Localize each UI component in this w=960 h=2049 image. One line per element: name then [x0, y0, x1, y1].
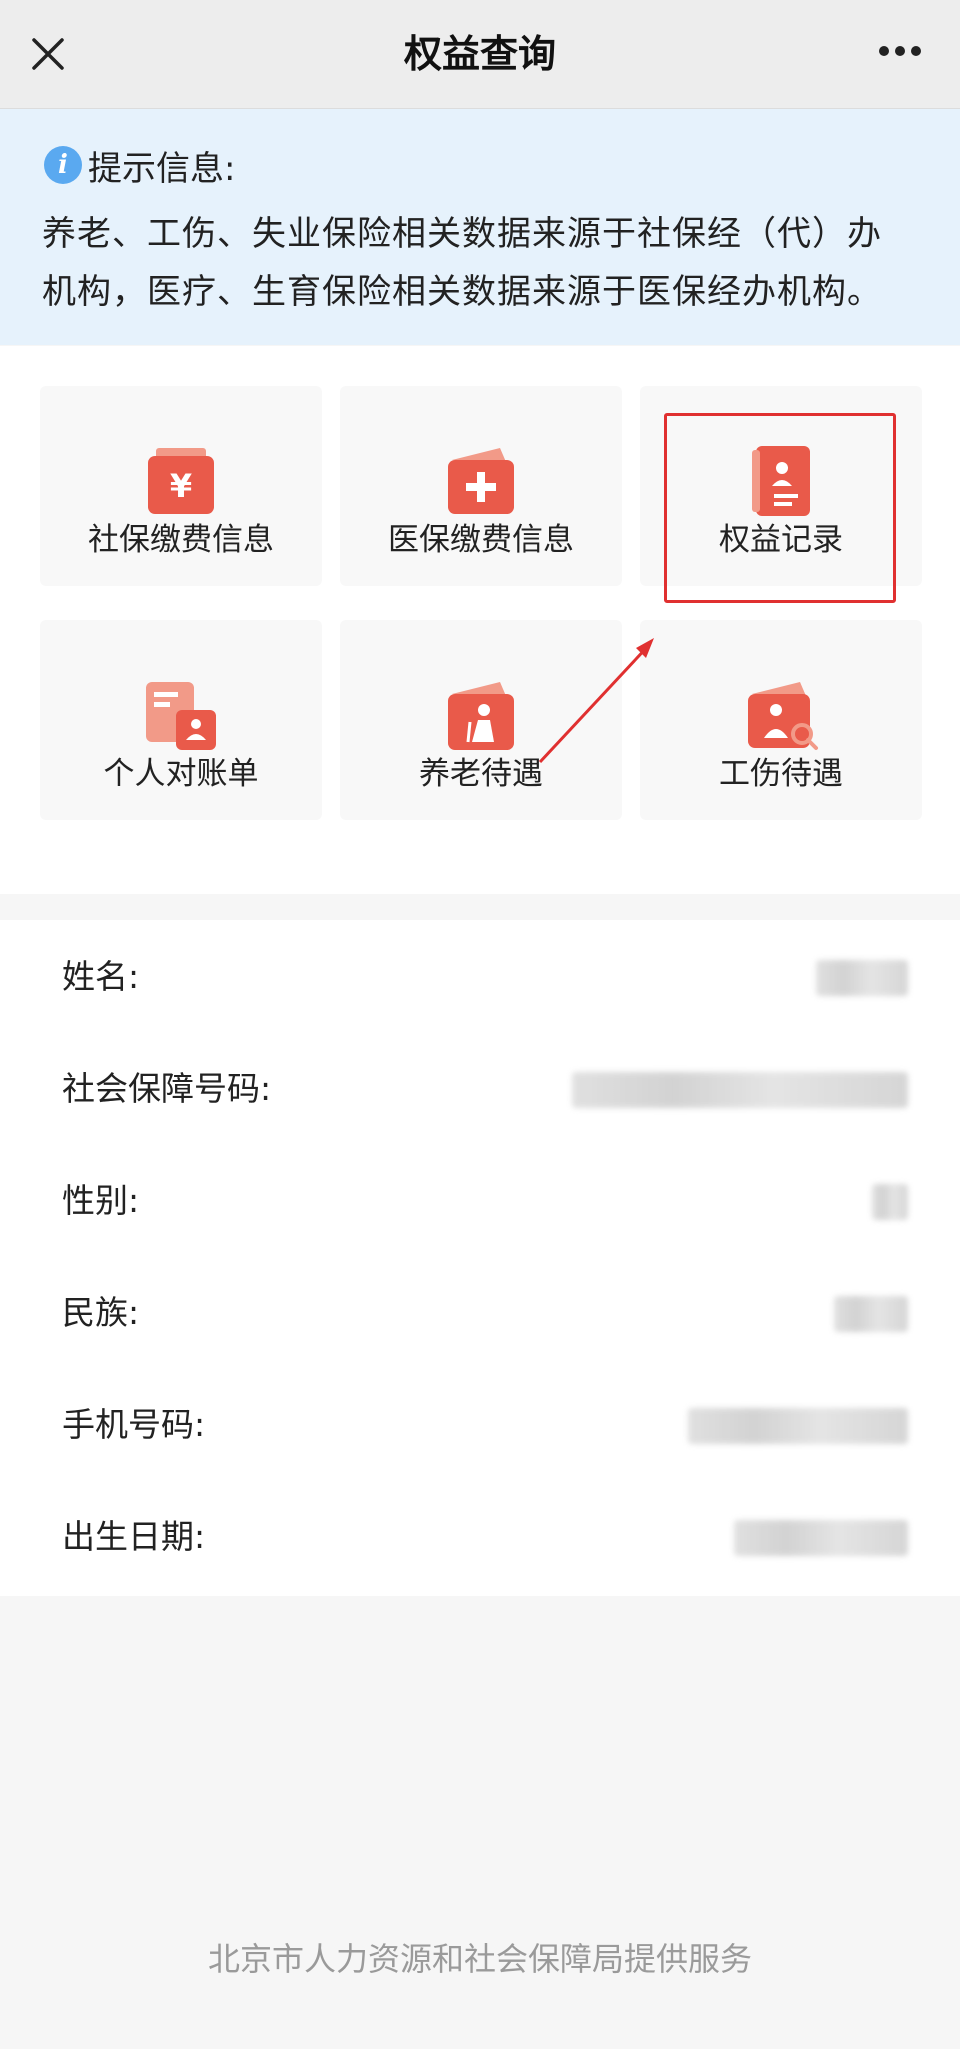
info-row-gender: 性别:: [0, 1144, 960, 1256]
info-row-birthdate: 出生日期:: [0, 1480, 960, 1592]
yuan-wallet-icon: ¥: [148, 448, 214, 514]
tile-pension-benefits[interactable]: 养老待遇: [340, 620, 622, 820]
redacted-value: [688, 1408, 908, 1444]
personal-info-list: 姓名: 社会保障号码: 性别: 民族: 手机号码: 出生日期:: [0, 920, 960, 1596]
highlight-box: [664, 413, 896, 603]
tile-label: 医保缴费信息: [388, 522, 574, 558]
notice-text: 养老、工伤、失业保险相关数据来源于社保经（代）办 机构，医疗、生育保险相关数据来…: [42, 205, 922, 321]
redacted-value: [816, 960, 908, 996]
redacted-value: [572, 1072, 908, 1108]
redacted-value: [734, 1520, 908, 1556]
top-bar: 权益查询: [0, 0, 960, 109]
page-title: 权益查询: [403, 32, 556, 76]
medical-wallet-icon: [448, 448, 514, 514]
injury-search-icon: [748, 682, 818, 750]
more-icon[interactable]: [878, 44, 922, 58]
info-row-ethnicity: 民族:: [0, 1256, 960, 1368]
redacted-value: [834, 1296, 908, 1332]
info-icon: i: [44, 146, 82, 184]
notice-label: 提示信息:: [88, 148, 236, 189]
info-row-ssn: 社会保障号码:: [0, 1032, 960, 1144]
notice-line-2: 机构，医疗、生育保险相关数据来源于医保经办机构。: [42, 272, 882, 312]
tile-label: 工伤待遇: [719, 756, 843, 792]
info-label: 性别:: [62, 1181, 140, 1220]
info-label: 姓名:: [62, 957, 140, 996]
tile-label: 个人对账单: [103, 756, 259, 792]
tile-social-insurance-payment[interactable]: ¥ 社保缴费信息: [40, 386, 322, 586]
tile-work-injury-benefits[interactable]: 工伤待遇: [640, 620, 922, 820]
info-label: 手机号码:: [62, 1405, 206, 1444]
tile-medical-insurance-payment[interactable]: 医保缴费信息: [340, 386, 622, 586]
statement-icon: [146, 682, 216, 750]
notice-line-1: 养老、工伤、失业保险相关数据来源于社保经（代）办: [42, 214, 882, 254]
tile-label: 养老待遇: [419, 756, 543, 792]
info-label: 民族:: [62, 1293, 140, 1332]
info-row-name: 姓名:: [0, 920, 960, 1032]
info-label: 出生日期:: [62, 1517, 206, 1556]
notice-banner: i 提示信息: 养老、工伤、失业保险相关数据来源于社保经（代）办 机构，医疗、生…: [0, 109, 960, 345]
info-row-phone: 手机号码:: [0, 1368, 960, 1480]
pension-icon: [448, 682, 514, 750]
svg-text:¥: ¥: [170, 467, 192, 505]
tile-personal-statement[interactable]: 个人对账单: [40, 620, 322, 820]
info-label: 社会保障号码:: [62, 1069, 272, 1108]
tile-label: 社保缴费信息: [88, 522, 274, 558]
redacted-value: [872, 1184, 908, 1220]
service-provider-footer: 北京市人力资源和社会保障局提供服务: [207, 1940, 752, 1978]
